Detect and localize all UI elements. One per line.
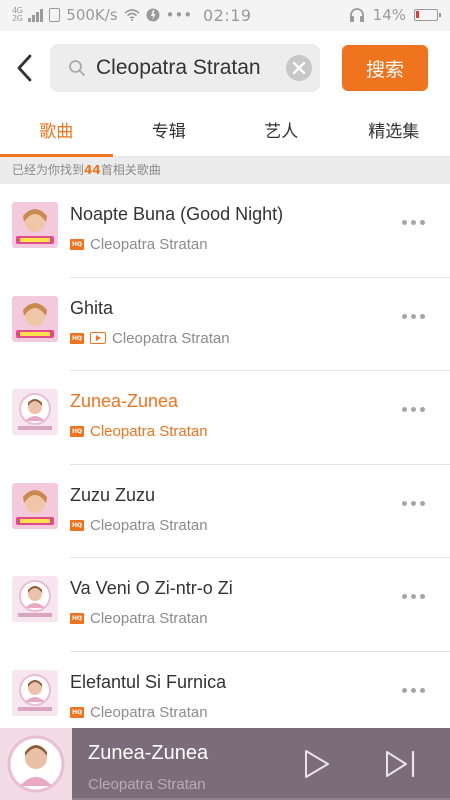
song-meta: HQ Cleopatra Stratan [70,330,230,347]
song-cover-image [12,202,58,248]
more-options-icon[interactable] [402,313,426,322]
network-type-2: 2G [12,14,23,23]
song-artist: Cleopatra Stratan [90,236,208,253]
more-options-icon[interactable] [402,407,426,415]
back-button[interactable] [14,53,38,83]
mv-video-icon[interactable] [90,332,106,344]
result-count: 44 [84,163,101,177]
hq-badge-icon: HQ [70,519,84,531]
song-row[interactable]: Va Veni O Zi-ntr-o Zi HQ Cleopatra Stratan [0,558,450,652]
result-prefix: 已经为你找到 [12,163,85,177]
search-icon [69,60,85,76]
more-options-icon[interactable] [402,594,426,602]
battery-icon [414,9,441,21]
song-artist: Cleopatra Stratan [90,516,208,534]
player-song-title: Zunea-Zunea [88,742,209,764]
song-artist: Cleopatra Stratan [90,703,208,721]
more-status-icons: ••• [165,6,193,24]
song-meta: HQ Cleopatra Stratan [70,236,208,253]
search-header: 搜索 [0,31,450,107]
result-count-bar: 已经为你找到44首相关歌曲 [0,157,450,184]
more-options-icon[interactable] [402,687,426,696]
song-artist: Cleopatra Stratan [112,329,230,347]
tab-albums[interactable]: 专辑 [113,107,226,156]
battery-percent: 14% [372,6,406,24]
song-meta: HQ Cleopatra Stratan [70,517,208,534]
signal-indicator: 4G 2G [12,7,23,23]
search-box[interactable] [50,44,320,92]
song-artist: Cleopatra Stratan [90,423,208,440]
more-options-icon[interactable] [402,220,426,228]
song-title: Zuzu Zuzu [70,484,156,505]
song-artist: Cleopatra Stratan [90,610,208,627]
status-left: 4G 2G 500K/s ••• [12,6,192,24]
wifi-icon [124,9,140,21]
song-row[interactable]: Ghita HQ Cleopatra Stratan [0,277,450,371]
song-cover-image [12,295,58,342]
status-time: 02:19 [203,6,252,25]
network-speed: 500K/s [66,6,118,24]
sim-card-icon [49,8,61,22]
play-button[interactable] [300,748,332,780]
mini-player[interactable]: Zunea-Zunea Cleopatra Stratan [0,728,450,800]
clear-search-button[interactable] [286,55,312,81]
battery-level [416,11,419,18]
song-row[interactable]: Zuzu Zuzu HQ Cleopatra Stratan [0,464,450,558]
hq-badge-icon: HQ [70,332,84,344]
song-title: Noapte Buna (Good Night) [70,204,284,224]
album-cover-image [0,728,72,800]
song-title: Elefantul Si Furnica [70,671,227,692]
song-meta: HQ Cleopatra Stratan [70,423,208,440]
hq-badge-icon: HQ [70,613,84,624]
song-list: Noapte Buna (Good Night) HQ Cleopatra Stra… [0,184,450,745]
next-track-button[interactable] [384,748,418,780]
player-artist: Cleopatra Stratan [88,776,206,793]
next-track-icon [386,750,415,778]
close-icon [292,61,306,75]
song-cover-image [12,669,58,716]
headphones-icon [349,8,364,22]
song-cover-image [12,576,58,622]
tab-artists[interactable]: 艺人 [225,107,338,156]
hq-badge-icon: HQ [70,426,84,437]
status-bar: 4G 2G 500K/s ••• 02:19 14% [0,0,450,31]
notification-icon [146,8,160,22]
hq-badge-icon: HQ [70,706,84,718]
signal-bars-icon [28,8,44,22]
song-row[interactable]: Noapte Buna (Good Night) HQ Cleopatra Stra… [0,184,450,278]
hq-badge-icon: HQ [70,239,84,250]
play-icon [305,750,329,778]
result-suffix: 首相关歌曲 [100,163,161,177]
song-title: Ghita [70,297,114,318]
song-row[interactable]: Zunea-Zunea HQ Cleopatra Stratan [0,371,450,465]
back-arrow-icon [17,54,32,82]
song-meta: HQ Cleopatra Stratan [70,704,208,721]
song-cover-image [12,482,58,529]
song-meta: HQ Cleopatra Stratan [70,610,208,627]
tab-songs[interactable]: 歌曲 [0,107,113,157]
search-input[interactable] [96,52,276,84]
tab-playlists[interactable]: 精选集 [338,107,450,156]
more-options-icon[interactable] [402,500,426,509]
song-title: Zunea-Zunea [70,391,179,411]
category-tabs: 歌曲 专辑 艺人 精选集 [0,107,450,157]
status-right: 14% [349,6,441,24]
search-button[interactable]: 搜索 [342,45,428,91]
song-title: Va Veni O Zi-ntr-o Zi [70,578,233,598]
now-playing-cover[interactable] [0,728,72,800]
song-cover-image [12,389,58,435]
